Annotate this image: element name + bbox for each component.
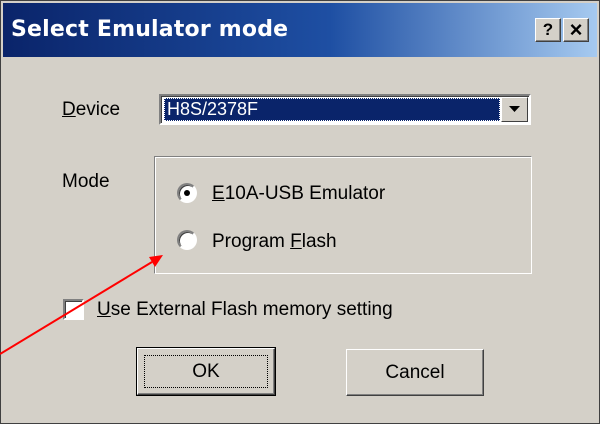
annotation-arrow (0, 255, 163, 355)
